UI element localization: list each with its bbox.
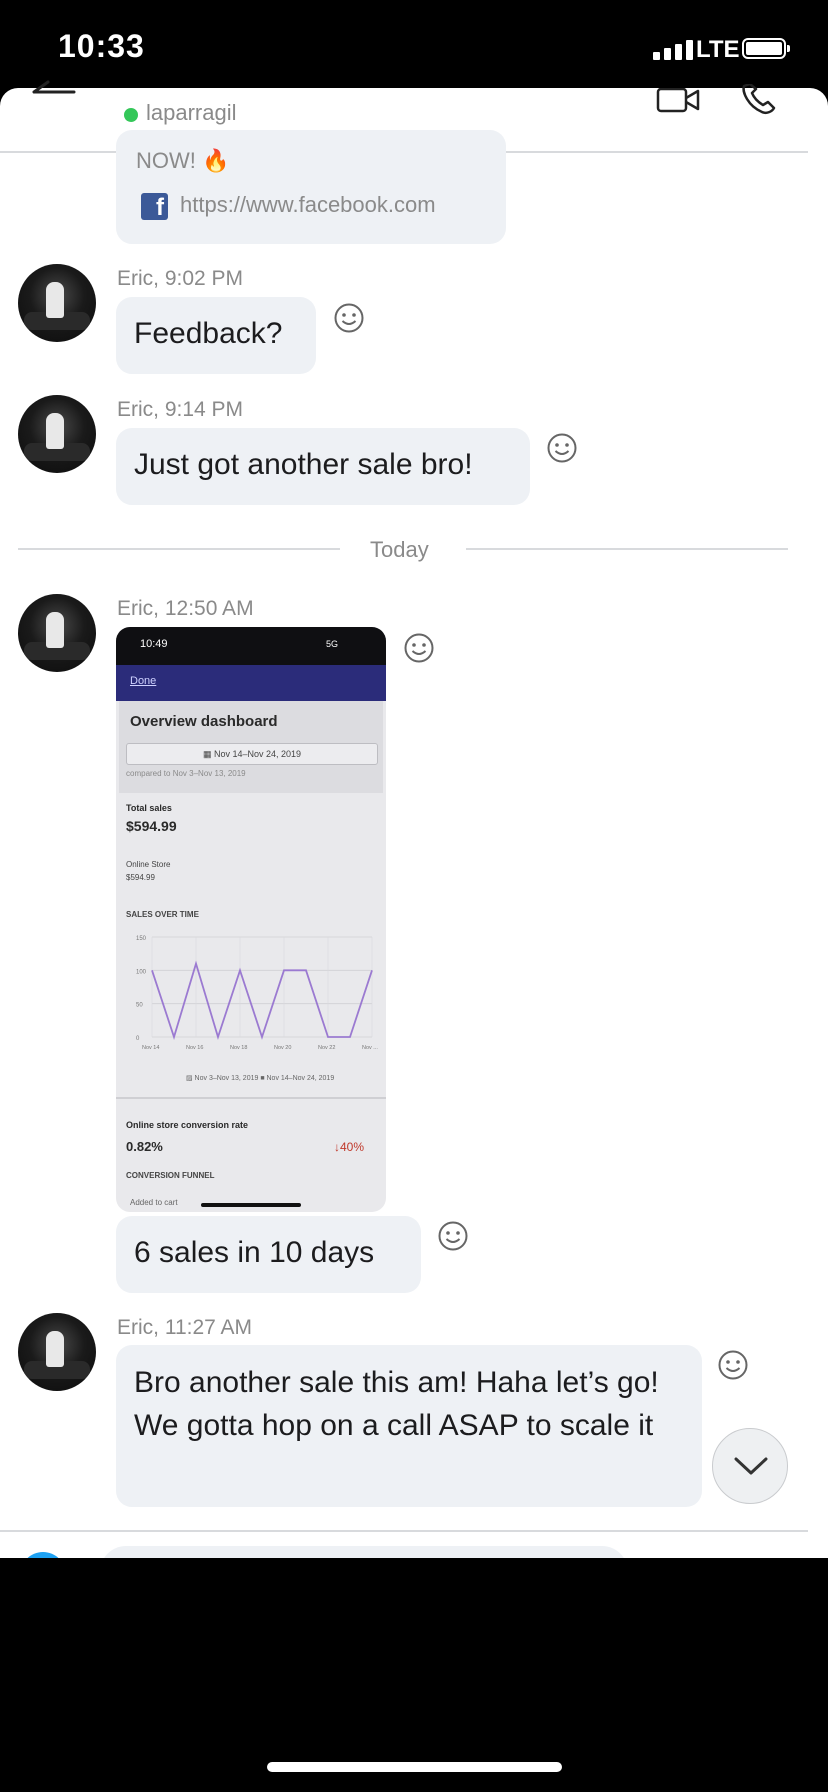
- message-meta: Eric, 9:02 PM: [117, 267, 244, 290]
- sales-over-time-label: SALES OVER TIME: [126, 910, 199, 919]
- screenshot-date-range: ▦ Nov 14–Nov 24, 2019: [126, 743, 378, 765]
- online-store-value: $594.99: [126, 873, 155, 882]
- conversion-rate-label: Online store conversion rate: [126, 1120, 249, 1130]
- screenshot-home-indicator: [201, 1203, 301, 1207]
- battery-icon: [742, 38, 790, 59]
- screenshot-time: 10:49: [140, 638, 168, 650]
- total-sales-label: Total sales: [126, 803, 172, 813]
- date-divider-line: [18, 548, 340, 550]
- screenshot-nav-bar: [116, 665, 386, 701]
- chart-x-tick-label: Nov ...: [362, 1045, 378, 1051]
- message-text: Bro another sale this am! Haha let’s go!…: [134, 1366, 659, 1442]
- phone-call-icon[interactable]: [740, 84, 778, 116]
- scroll-to-bottom-button[interactable]: [712, 1428, 788, 1504]
- react-emoji-icon[interactable]: [546, 432, 578, 464]
- screenshot-compared-text: compared to Nov 3–Nov 13, 2019: [126, 769, 246, 778]
- message-text: Just got another sale bro!: [134, 448, 473, 481]
- conversion-rate-change: ↓40%: [334, 1140, 365, 1154]
- chart-x-tick-label: Nov 14: [142, 1045, 159, 1051]
- date-divider-label: Today: [370, 537, 429, 562]
- avatar[interactable]: [18, 264, 96, 342]
- chevron-down-icon: [734, 1457, 768, 1475]
- chart-x-tick-label: Nov 16: [186, 1045, 203, 1051]
- message-text: Feedback?: [134, 317, 283, 350]
- react-emoji-icon[interactable]: [403, 632, 435, 664]
- screenshot-title: Overview dashboard: [130, 713, 278, 730]
- message-bubble[interactable]: Bro another sale this am! Haha let’s go!…: [116, 1345, 702, 1507]
- chart-x-tick-label: Nov 18: [230, 1045, 247, 1051]
- online-store-label: Online Store: [126, 860, 171, 869]
- network-type: LTE: [696, 36, 740, 63]
- bottom-area: [0, 1558, 828, 1792]
- shared-screenshot-image[interactable]: 10:49 5G Done Overview dashboard ▦ Nov 1…: [116, 627, 386, 1212]
- message-text: NOW! 🔥: [136, 148, 230, 173]
- message-meta: Eric, 12:50 AM: [117, 597, 254, 620]
- avatar[interactable]: [18, 594, 96, 672]
- message-text: 6 sales in 10 days: [134, 1236, 375, 1269]
- back-arrow-icon[interactable]: [30, 62, 78, 112]
- screenshot-divider: [116, 1097, 386, 1099]
- chart-x-tick-label: Nov 22: [318, 1045, 335, 1051]
- chart-x-tick-label: Nov 20: [274, 1045, 291, 1051]
- video-call-icon[interactable]: [656, 88, 702, 114]
- message-bubble[interactable]: Just got another sale bro!: [116, 428, 530, 505]
- message-meta: Eric, 11:27 AM: [117, 1316, 253, 1339]
- composer-divider: [0, 1530, 808, 1532]
- message-bubble[interactable]: 6 sales in 10 days: [116, 1216, 421, 1293]
- chart-y-tick-label: 0: [136, 1036, 140, 1042]
- conversion-funnel-label: CONVERSION FUNNEL: [126, 1171, 215, 1180]
- total-sales-value: $594.99: [126, 818, 177, 834]
- message-meta: Eric, 9:14 PM: [117, 398, 244, 421]
- conversion-rate-value: 0.82%: [126, 1139, 163, 1154]
- react-emoji-icon[interactable]: [437, 1220, 469, 1252]
- chart-y-tick-label: 150: [136, 936, 147, 942]
- link-preview-url[interactable]: https://www.facebook.com: [180, 192, 436, 218]
- chart-y-tick-label: 50: [136, 1003, 143, 1009]
- home-indicator: [267, 1762, 562, 1772]
- message-bubble[interactable]: Feedback?: [116, 297, 316, 374]
- facebook-icon: f: [141, 193, 168, 220]
- status-time: 10:33: [58, 28, 145, 64]
- react-emoji-icon[interactable]: [333, 302, 365, 334]
- screenshot-done-link: Done: [130, 675, 157, 687]
- avatar[interactable]: [18, 1313, 96, 1391]
- screenshot-network: 5G: [326, 639, 339, 649]
- date-divider-line: [466, 548, 788, 550]
- added-to-cart-label: Added to cart: [130, 1198, 178, 1207]
- sales-line-chart: 150 100 50 0Nov 14 Nov 16 Nov 18 Nov 20 Nov 22 N…: [136, 936, 378, 1051]
- chart-legend: ▨ Nov 3–Nov 13, 2019 ■ Nov 14–Nov 24, 20…: [186, 1075, 335, 1082]
- contact-name[interactable]: laparragil: [146, 100, 237, 126]
- avatar[interactable]: [18, 395, 96, 473]
- chart-series-line: [151, 960, 373, 1040]
- online-status-dot: [124, 108, 138, 122]
- signal-icon: [653, 40, 693, 60]
- chart-y-tick-label: 100: [136, 969, 147, 975]
- react-emoji-icon[interactable]: [717, 1349, 749, 1381]
